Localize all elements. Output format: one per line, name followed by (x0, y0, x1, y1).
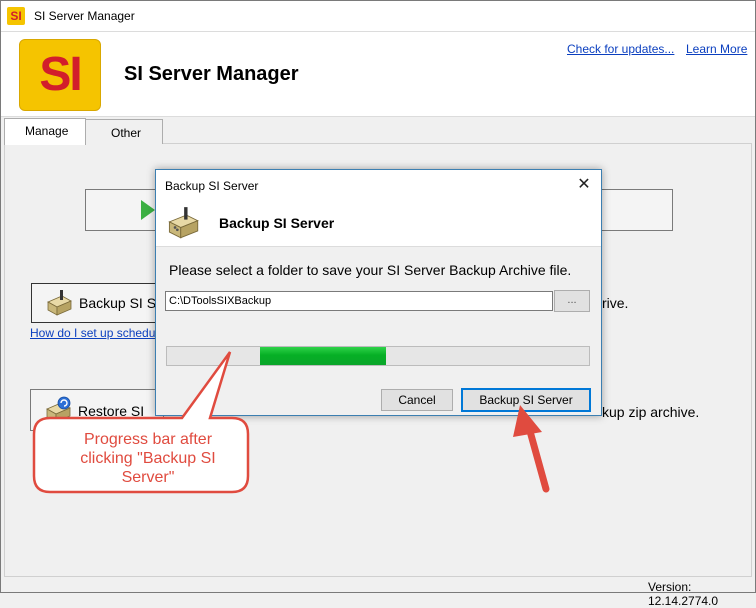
play-icon (141, 200, 155, 220)
cancel-button[interactable]: Cancel (381, 389, 453, 411)
dialog-header: Backup SI Server (156, 200, 601, 247)
browse-button[interactable]: ... (554, 290, 590, 312)
backup-progress-bar (166, 346, 590, 366)
tab-other[interactable]: Other (84, 119, 163, 144)
title-bar: SI SI Server Manager (1, 1, 755, 31)
backup-server-dialog-button[interactable]: Backup SI Server (461, 388, 591, 412)
restore-server-button[interactable]: Restore SI Se (30, 389, 164, 435)
learn-more-link[interactable]: Learn More (686, 42, 747, 56)
scheduled-backup-help-link[interactable]: How do I set up scheduled (30, 326, 171, 340)
backup-folder-input[interactable] (165, 291, 553, 311)
dialog-title: Backup SI Server (165, 179, 259, 193)
logo-text: SI (39, 48, 82, 101)
tab-other-label: Other (111, 126, 142, 140)
progress-fill (259, 347, 387, 365)
backup-dialog: Backup SI Server ✕ Backup SI Server Plea… (155, 169, 602, 416)
close-icon[interactable]: ✕ (574, 176, 594, 194)
window-title: SI Server Manager (34, 9, 135, 23)
tab-manage[interactable]: Manage (4, 118, 86, 145)
backup-server-button[interactable]: Backup SI Se (31, 283, 165, 323)
version-label: Version: 12.14.2774.0 (648, 580, 719, 608)
annotation-text: Progress bar after clicking "Backup SI S… (80, 431, 216, 486)
backup-drive-icon (47, 290, 72, 316)
backup-description: rive. (602, 295, 629, 311)
tab-manage-label: Manage (25, 124, 69, 138)
app-header: SI SI Server Manager Check for updates..… (1, 31, 755, 117)
dialog-title-bar: Backup SI Server ✕ (156, 170, 601, 200)
restore-drive-icon (46, 396, 71, 423)
dialog-heading: Backup SI Server (219, 215, 335, 231)
backup-drive-icon (168, 207, 199, 239)
backup-button-label: Backup SI Se (79, 295, 164, 311)
restore-description: kup zip archive. (602, 404, 700, 420)
app-icon: SI (7, 7, 25, 25)
logo: SI (19, 39, 101, 111)
dialog-prompt: Please select a folder to save your SI S… (169, 262, 572, 278)
app-heading: SI Server Manager (124, 63, 299, 85)
check-updates-link[interactable]: Check for updates... (567, 42, 674, 56)
